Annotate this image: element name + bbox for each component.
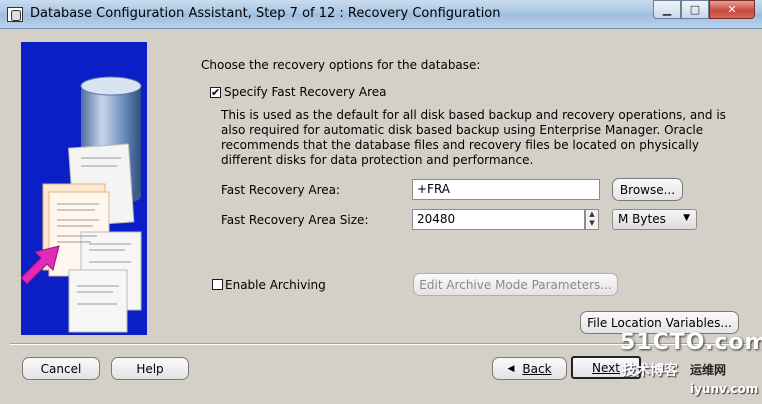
- database-documents-illustration: [21, 76, 142, 333]
- dcа-window: Database Configuration Assistant, Step 7…: [0, 0, 762, 404]
- enable-archiving-label[interactable]: Enable Archiving: [225, 278, 326, 292]
- chevron-down-icon: ▼: [683, 213, 690, 223]
- size-unit-select[interactable]: M Bytes ▼: [612, 209, 697, 230]
- close-button[interactable]: ✕: [709, 0, 755, 19]
- browse-button[interactable]: Browse...: [612, 178, 683, 201]
- spinner-up-icon[interactable]: ▲: [586, 210, 598, 219]
- fast-recovery-area-input[interactable]: +FRA: [412, 179, 600, 200]
- watermark-brand: 运维网: [690, 363, 727, 377]
- window-controls: ▁ □ ✕: [653, 0, 755, 19]
- maximize-button[interactable]: □: [681, 0, 709, 19]
- cancel-button[interactable]: Cancel: [22, 357, 100, 380]
- wizard-illustration: [21, 42, 147, 335]
- help-button[interactable]: Help: [111, 357, 189, 380]
- fast-recovery-checkbox-label[interactable]: Specify Fast Recovery Area: [224, 85, 386, 99]
- fast-recovery-checkbox[interactable]: ✔: [210, 87, 221, 98]
- next-button-label: Next: [592, 360, 620, 375]
- size-spinner[interactable]: ▲ ▼: [585, 209, 599, 230]
- enable-archiving-checkbox[interactable]: [212, 279, 223, 290]
- size-unit-value: M Bytes: [618, 212, 666, 226]
- title-bar[interactable]: Database Configuration Assistant, Step 7…: [0, 0, 762, 29]
- watermark-site: 51CTO.com: [620, 330, 762, 355]
- chevron-left-icon: ◀: [507, 363, 515, 374]
- fast-recovery-description: This is used as the default for all disk…: [221, 108, 726, 167]
- fast-recovery-area-label: Fast Recovery Area:: [221, 183, 341, 197]
- edit-archive-params-button[interactable]: Edit Archive Mode Parameters...: [413, 273, 618, 296]
- recovery-prompt: Choose the recovery options for the data…: [201, 58, 481, 72]
- spinner-down-icon[interactable]: ▼: [586, 219, 598, 228]
- back-button[interactable]: ◀ Back: [492, 357, 567, 380]
- back-button-label: Back: [522, 361, 552, 376]
- minimize-button[interactable]: ▁: [653, 0, 681, 19]
- window-title: Database Configuration Assistant, Step 7…: [30, 6, 501, 21]
- watermark-tagline: 技术博客: [622, 363, 678, 379]
- watermark-domain: iyunv.com: [690, 382, 759, 396]
- fast-recovery-size-input[interactable]: 20480: [412, 209, 585, 230]
- app-icon: [7, 7, 23, 22]
- fast-recovery-size-label: Fast Recovery Area Size:: [221, 213, 369, 227]
